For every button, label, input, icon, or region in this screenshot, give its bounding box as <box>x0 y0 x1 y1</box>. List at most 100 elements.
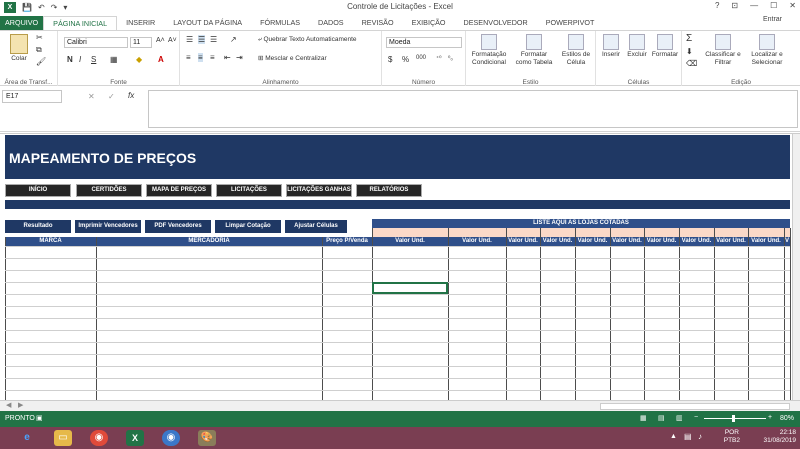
merge-center-button[interactable]: ⊞ Mesclar e Centralizar <box>258 55 327 63</box>
grow-font-icon[interactable]: A˄ <box>156 37 165 44</box>
tab-formulas[interactable]: FÓRMULAS <box>251 16 309 30</box>
excel-taskbar-icon[interactable]: X <box>126 430 144 446</box>
paint-icon[interactable]: 🎨 <box>198 430 216 446</box>
align-bottom-icon[interactable]: ☰ <box>210 35 217 44</box>
customize-qat-icon[interactable]: ▾ <box>63 3 67 12</box>
macro-record-icon[interactable]: ▣ <box>36 414 43 422</box>
zoom-slider-thumb[interactable] <box>732 415 735 422</box>
normal-view-icon[interactable]: ▦ <box>640 414 647 422</box>
underline-button[interactable]: S <box>91 55 96 64</box>
format-as-table-button[interactable]: Formatar como Tabela <box>512 34 556 67</box>
sort-filter-button[interactable]: Classificar e Filtrar <box>702 34 744 67</box>
orientation-icon[interactable]: ↗ <box>230 35 237 44</box>
zoom-in-button[interactable]: + <box>768 414 772 421</box>
fill-icon[interactable]: ⬇ <box>686 47 693 56</box>
decrease-decimal-icon[interactable]: ⁰₀ <box>448 55 453 62</box>
close-button[interactable]: ✕ <box>789 1 796 10</box>
italic-button[interactable]: I <box>79 55 81 64</box>
tab-powerpivot[interactable]: POWERPIVOT <box>537 16 604 30</box>
tray-arrow-icon[interactable]: ▲ <box>670 433 677 440</box>
delete-cells-button[interactable]: Excluir <box>624 34 650 59</box>
store-name-row[interactable] <box>372 228 790 237</box>
page-layout-view-icon[interactable]: ▤ <box>658 414 665 422</box>
nav-licitacoes-button[interactable]: LICITAÇÕES <box>216 184 282 197</box>
zoom-level[interactable]: 80% <box>780 415 794 422</box>
chrome-profile-icon[interactable]: ◉ <box>162 430 180 446</box>
conditional-formatting-button[interactable]: Formatação Condicional <box>468 34 510 67</box>
percent-button[interactable]: % <box>402 55 409 64</box>
pdf-vencedores-button[interactable]: PDF Vencedores <box>145 220 211 233</box>
ajustar-celulas-button[interactable]: Ajustar Células <box>285 220 347 233</box>
tab-data[interactable]: DADOS <box>309 16 353 30</box>
font-size-select[interactable]: 11 <box>130 37 152 48</box>
find-select-button[interactable]: Localizar e Selecionar <box>744 34 790 67</box>
zoom-out-button[interactable]: − <box>694 414 698 421</box>
volume-icon[interactable]: ♪ <box>698 432 702 441</box>
formula-input[interactable] <box>148 90 798 128</box>
format-painter-icon[interactable]: 🖌 <box>36 57 46 66</box>
file-explorer-icon[interactable]: ▭ <box>54 430 72 446</box>
sign-in-link[interactable]: Entrar <box>763 16 782 23</box>
maximize-button[interactable]: ☐ <box>770 1 777 10</box>
name-box[interactable]: E17 <box>2 90 62 103</box>
font-color-icon[interactable]: A <box>158 55 164 64</box>
cell-styles-button[interactable]: Estilos de Célula <box>560 34 592 67</box>
system-clock[interactable]: 22:18 31/08/2019 <box>763 429 796 445</box>
autosum-icon[interactable]: Σ <box>686 33 692 44</box>
align-middle-icon[interactable]: ☰ <box>198 35 206 44</box>
shrink-font-icon[interactable]: A˅ <box>168 37 177 44</box>
number-format-select[interactable]: Moeda <box>386 37 462 48</box>
cut-icon[interactable]: ✂ <box>36 33 43 42</box>
tab-home[interactable]: PÁGINA INICIAL <box>43 16 118 30</box>
limpar-cotacao-button[interactable]: Limpar Cotação <box>215 220 281 233</box>
align-right-icon[interactable]: ≡ <box>210 53 215 62</box>
clear-icon[interactable]: ⌫ <box>686 59 697 68</box>
nav-inicio-button[interactable]: INÍCIO <box>5 184 71 197</box>
paste-button[interactable]: Colar <box>6 34 32 63</box>
help-button[interactable]: ? <box>715 1 719 10</box>
tab-view[interactable]: EXIBIÇÃO <box>403 16 455 30</box>
language-indicator[interactable]: POR PTB2 <box>724 429 740 445</box>
network-icon[interactable]: ▤ <box>684 432 692 441</box>
nav-relatorios-button[interactable]: RELATÓRIOS <box>356 184 422 197</box>
align-center-icon[interactable]: ≡ <box>198 53 203 62</box>
fill-color-icon[interactable]: ◆ <box>136 55 142 64</box>
nav-licitacoes-ganhas-button[interactable]: LICITAÇÕES GANHAS <box>286 184 352 197</box>
horizontal-scrollbar[interactable] <box>600 403 790 410</box>
increase-decimal-icon[interactable]: ⁺⁰ <box>436 55 442 62</box>
borders-icon[interactable]: ▦ <box>110 55 118 64</box>
insert-cells-button[interactable]: Inserir <box>598 34 624 59</box>
cancel-formula-button[interactable]: ✕ <box>88 92 95 101</box>
tab-developer[interactable]: DESENVOLVEDOR <box>455 16 537 30</box>
decrease-indent-icon[interactable]: ⇤ <box>224 53 231 62</box>
undo-icon[interactable]: ↶ <box>38 3 45 12</box>
format-cells-button[interactable]: Formatar <box>650 34 680 59</box>
align-top-icon[interactable]: ☰ <box>186 35 193 44</box>
comma-style-button[interactable]: 000 <box>416 55 426 61</box>
tab-insert[interactable]: INSERIR <box>117 16 164 30</box>
accounting-icon[interactable]: $ <box>388 55 392 64</box>
vertical-scrollbar[interactable] <box>792 134 800 410</box>
next-sheet-icon[interactable]: ▶ <box>18 401 23 409</box>
tab-page-layout[interactable]: LAYOUT DA PÁGINA <box>164 16 251 30</box>
save-icon[interactable]: 💾 <box>22 3 32 12</box>
insert-function-button[interactable]: fx <box>128 91 134 100</box>
page-break-view-icon[interactable]: ▥ <box>676 414 683 422</box>
increase-indent-icon[interactable]: ⇥ <box>236 53 243 62</box>
imprimir-vencedores-button[interactable]: Imprimir Vencedores <box>75 220 141 233</box>
wrap-text-button[interactable]: ⤶ Quebrar Texto Automaticamente <box>258 36 357 44</box>
redo-icon[interactable]: ↷ <box>51 3 58 12</box>
bold-button[interactable]: N <box>67 55 73 64</box>
enter-formula-button[interactable]: ✓ <box>108 92 115 101</box>
selected-cell[interactable] <box>372 282 448 294</box>
tab-review[interactable]: REVISÃO <box>353 16 403 30</box>
tab-file[interactable]: ARQUIVO <box>0 16 44 30</box>
minimize-button[interactable]: — <box>750 1 758 10</box>
ribbon-display-button[interactable]: ⊡ <box>731 1 738 10</box>
zoom-slider[interactable] <box>704 418 766 419</box>
nav-mapa-precos-button[interactable]: MAPA DE PREÇOS <box>146 184 212 197</box>
internet-explorer-icon[interactable]: e <box>18 430 36 446</box>
font-name-select[interactable]: Calibri <box>64 37 128 48</box>
chrome-icon[interactable]: ◉ <box>90 430 108 446</box>
prev-sheet-icon[interactable]: ◀ <box>6 401 11 409</box>
